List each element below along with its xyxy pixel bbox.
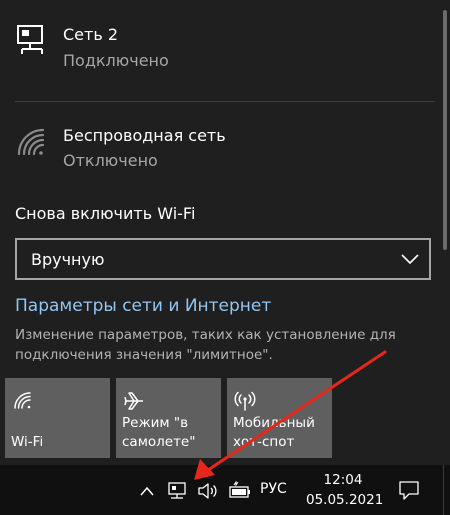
hotspot-icon [234,391,256,411]
tile-label: Мобильный хот-спот [233,415,315,450]
notification-center-icon[interactable] [398,479,420,501]
ethernet-icon [17,25,43,54]
scrollbar[interactable] [443,10,447,250]
wifi-reenable-select[interactable]: Вручную [15,238,431,280]
network-icon[interactable] [167,481,189,501]
clock-date[interactable]: 05.05.2021 [306,492,383,508]
network-status: Подключено [63,51,169,70]
wifi-icon [14,392,31,409]
tile-label: Режим "в самолете" [122,415,196,450]
quick-action-airplane-mode[interactable]: Режим "в самолете" [116,378,221,458]
network-item-ethernet[interactable]: Сеть 2 Подключено [0,0,436,100]
network-status: Отключено [63,151,158,170]
wifi-reenable-label: Снова включить Wi-Fi [15,204,196,223]
taskbar-separator [443,465,444,515]
network-settings-link[interactable]: Параметры сети и Интернет [15,296,271,316]
taskbar: РУС 12:04 05.05.2021 [0,465,450,515]
quick-action-wifi[interactable]: Wi-Fi [5,378,110,458]
wifi-off-icon [17,128,45,156]
volume-icon[interactable] [197,481,219,501]
battery-icon[interactable] [228,481,252,501]
network-settings-description: Изменение параметров, таких как установл… [15,327,396,363]
chevron-down-icon [401,254,419,265]
network-name: Сеть 2 [63,25,119,44]
clock-time[interactable]: 12:04 [306,472,380,488]
chevron-up-icon[interactable] [139,481,155,501]
quick-action-mobile-hotspot[interactable]: Мобильный хот-спот [227,378,332,458]
airplane-icon [124,392,143,410]
network-item-wireless[interactable]: Беспроводная сеть Отключено [0,102,436,190]
tile-label: Wi-Fi [11,434,44,450]
select-value: Вручную [31,250,105,269]
network-name: Беспроводная сеть [63,126,226,145]
network-flyout: Сеть 2 Подключено Беспроводная сеть Откл… [0,0,450,465]
language-indicator[interactable]: РУС [260,481,287,497]
